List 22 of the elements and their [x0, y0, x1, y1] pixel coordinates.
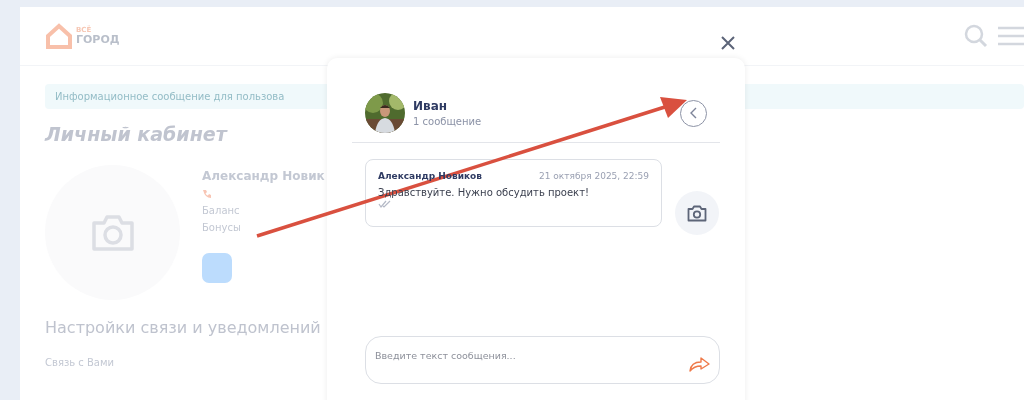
- phone-icon: [202, 189, 212, 199]
- close-icon[interactable]: [719, 34, 737, 52]
- camera-button[interactable]: [675, 191, 719, 235]
- section-label: Связь с Вами: [45, 357, 114, 368]
- back-button[interactable]: [680, 99, 707, 127]
- message-count: 1 сообщение: [413, 116, 483, 127]
- share-arrow-icon: [688, 356, 710, 372]
- menu-icon[interactable]: [998, 25, 1024, 47]
- user-name: Александр Новик: [202, 169, 325, 183]
- message-time: 21 октября 2025, 22:59: [539, 171, 649, 181]
- section-heading: Настройки связи и уведомлений: [45, 318, 322, 337]
- chevron-left-icon: [688, 107, 699, 119]
- social-network-icon[interactable]: [202, 253, 232, 283]
- message-field[interactable]: Введите текст сообщения...: [365, 336, 720, 384]
- profile-field-label: Баланс: [202, 205, 241, 216]
- camera-icon: [687, 204, 707, 222]
- page-heading: Личный кабинет: [45, 123, 229, 145]
- profile-field-label: Бонусы: [202, 222, 242, 233]
- logo-text: ГОРОД: [76, 34, 120, 45]
- camera-icon: [89, 212, 136, 253]
- search-icon[interactable]: [964, 24, 988, 48]
- house-logo-icon: [45, 22, 73, 50]
